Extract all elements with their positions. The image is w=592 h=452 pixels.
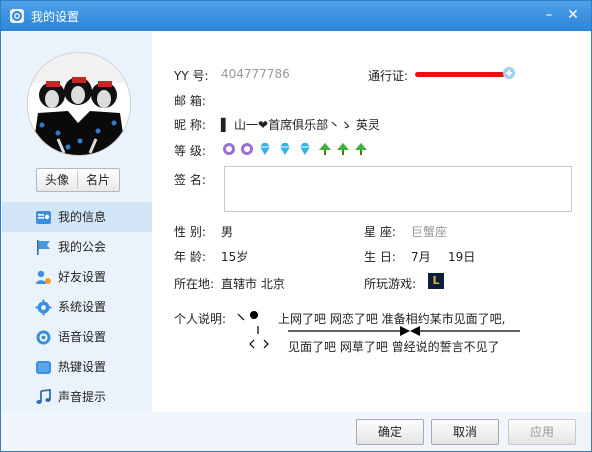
description-line-2: 见面了吧 网草了吧 曾经说的誓言不见了 [288, 340, 500, 354]
description-label: 个人说明: [174, 312, 227, 326]
card-button[interactable]: 名片 [78, 169, 118, 191]
signature-label: 签 名: [174, 173, 206, 187]
keyboard-icon [36, 361, 51, 374]
age-value: 15岁 [221, 250, 249, 264]
level-label: 等 级: [174, 144, 206, 158]
link-icon[interactable] [502, 66, 516, 80]
minimize-icon[interactable]: – [539, 6, 559, 24]
close-icon[interactable]: ✕ [563, 6, 583, 24]
location-label: 所在地: [174, 277, 215, 291]
settings-nav: 我的信息 我的公会 好友设置 系统设置 语音设置 热键设置 声音提示 [2, 202, 152, 412]
pass-label: 通行证: [368, 69, 409, 83]
sidebar: 头像 名片 我的信息 我的公会 好友设置 系统设置 语音设置 热键设置 声音提示 [2, 32, 152, 412]
nav-item-hotkey-settings[interactable]: 热键设置 [2, 352, 152, 382]
nickname-label: 昵 称: [174, 118, 206, 132]
signature-field[interactable] [224, 166, 572, 212]
games-label: 所玩游戏: [364, 277, 417, 291]
yy-label: YY 号: [174, 69, 209, 83]
gender-value: 男 [221, 225, 234, 239]
avatar-buttons: 头像 名片 [36, 168, 120, 192]
gear-icon [35, 299, 52, 316]
moon-badge-icon [241, 143, 253, 155]
nav-item-friend-settings[interactable]: 好友设置 [2, 262, 152, 292]
birthday-day: 19日 [448, 250, 476, 264]
description-line-1: 上网了吧 网恋了吧 准备相约某市见面了吧, [278, 312, 506, 326]
diamond-badge-icon [260, 143, 270, 155]
cancel-button[interactable]: 取消 [431, 419, 499, 445]
email-label: 邮 箱: [174, 94, 206, 108]
dialog-footer: 确定 取消 应用 [2, 412, 591, 451]
settings-window: 我的设置 – ✕ 头像 名片 我的信息 我的公会 好友设置 系统设置 语音设置 … [0, 0, 592, 452]
tree-badge-icon [319, 143, 331, 155]
nav-label: 我的信息 [58, 210, 107, 224]
location-value: 直辖市 北京 [221, 277, 285, 291]
diamond-badge-icon [300, 143, 310, 155]
age-label: 年 龄: [174, 250, 206, 264]
nav-item-my-info[interactable]: 我的信息 [2, 202, 152, 232]
tree-badge-icon [355, 143, 367, 155]
nav-label: 我的公会 [58, 240, 107, 254]
constellation-label: 星 座: [364, 225, 396, 239]
yy-number: 404777786 [221, 67, 290, 81]
nav-item-voice-settings[interactable]: 语音设置 [2, 322, 152, 352]
constellation-value: 巨蟹座 [411, 225, 448, 239]
ok-button[interactable]: 确定 [356, 419, 424, 445]
lol-game-icon[interactable]: L [428, 273, 444, 289]
nav-item-sound-alerts[interactable]: 声音提示 [2, 382, 152, 412]
nav-item-my-guild[interactable]: 我的公会 [2, 232, 152, 262]
nav-item-system-settings[interactable]: 系统设置 [2, 292, 152, 322]
nav-label: 语音设置 [58, 330, 107, 344]
window-title: 我的设置 [31, 10, 80, 24]
tree-badge-icon [337, 143, 349, 155]
title-bar[interactable]: 我的设置 – ✕ [1, 1, 591, 31]
avatar-button[interactable]: 头像 [37, 169, 77, 191]
voice-icon [36, 330, 51, 345]
diamond-badge-icon [280, 143, 290, 155]
nav-label: 热键设置 [58, 360, 107, 374]
avatar[interactable] [27, 52, 131, 156]
settings-app-icon [10, 9, 24, 23]
music-note-icon [36, 389, 51, 404]
birthday-month: 7月 [411, 250, 431, 264]
nickname-value: ▌ 山一❤首席俱乐部丶ゝ 英灵 [221, 118, 380, 132]
nav-label: 声音提示 [58, 390, 107, 404]
pass-redaction [415, 72, 505, 77]
apply-button[interactable]: 应用 [508, 419, 576, 445]
flag-icon [37, 240, 50, 255]
friend-settings-icon [36, 270, 51, 284]
nav-label: 系统设置 [58, 300, 107, 314]
avatar-image [28, 53, 130, 155]
moon-badge-icon [223, 143, 235, 155]
my-info-panel: YY 号: 404777786 通行证: 邮 箱: 昵 称: ▌ 山一❤首席俱乐… [152, 32, 591, 412]
nav-label: 好友设置 [58, 270, 107, 284]
gender-label: 性 别: [174, 225, 206, 239]
id-card-icon [36, 211, 51, 224]
birthday-label: 生 日: [364, 250, 396, 264]
